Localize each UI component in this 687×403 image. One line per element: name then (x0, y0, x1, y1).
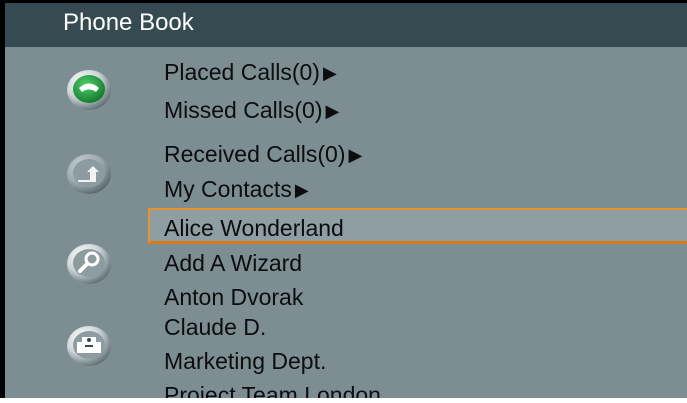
contact-anton-dvorak[interactable]: Anton Dvorak (164, 283, 303, 311)
bottom-border (0, 398, 687, 403)
contact-card-icon[interactable] (66, 322, 112, 368)
menu-item-label: Placed Calls(0) (164, 59, 320, 85)
title-bar: Phone Book (5, 3, 687, 47)
phone-icon[interactable] (66, 66, 112, 112)
page-title: Phone Book (63, 9, 194, 36)
phone-book-list: Placed Calls(0) ▶ Missed Calls(0) ▶ Receiv… (145, 47, 687, 398)
phone-book-screen: Phone Book Placed Calls(0) ▶ Missed Call… (0, 0, 687, 403)
submenu-arrow-icon: ▶ (348, 145, 363, 165)
menu-item-missed-calls[interactable]: Missed Calls(0) ▶ (164, 96, 339, 125)
contact-project-team-london[interactable]: Project Team London (164, 381, 381, 398)
menu-item-label: My Contacts (164, 176, 292, 202)
submenu-arrow-icon: ▶ (322, 63, 337, 83)
submenu-arrow-icon: ▶ (325, 101, 340, 121)
contact-alice-wonderland[interactable]: Alice Wonderland (164, 214, 344, 242)
submenu-arrow-icon: ▶ (294, 180, 309, 200)
contact-claude-d[interactable]: Claude D. (164, 313, 266, 341)
menu-item-label: Received Calls(0) (164, 141, 346, 167)
menu-item-my-contacts[interactable]: My Contacts ▶ (164, 175, 309, 204)
contact-marketing-dept[interactable]: Marketing Dept. (164, 347, 326, 375)
icon-column (5, 47, 145, 398)
contact-add-a-wizard[interactable]: Add A Wizard (164, 249, 302, 277)
upload-icon[interactable] (66, 150, 112, 196)
menu-item-placed-calls[interactable]: Placed Calls(0) ▶ (164, 58, 337, 87)
search-icon[interactable] (66, 240, 112, 286)
menu-item-received-calls[interactable]: Received Calls(0) ▶ (164, 140, 362, 169)
menu-item-label: Missed Calls(0) (164, 97, 323, 123)
